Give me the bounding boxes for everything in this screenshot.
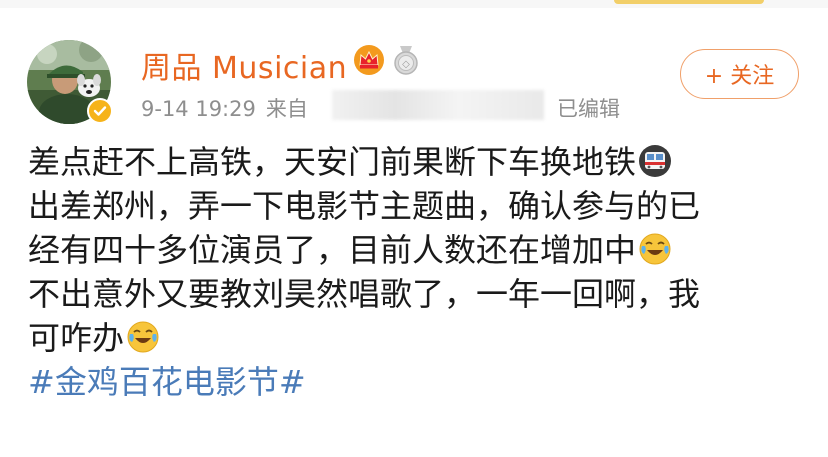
top-strip	[0, 0, 828, 8]
edited-label[interactable]: 已编辑	[557, 93, 620, 123]
author-name[interactable]: 周品 Musician	[141, 43, 347, 87]
post-text-line: 可咋办	[28, 316, 813, 360]
top-decoration	[614, 0, 764, 4]
medal-icon[interactable]: ◇	[392, 44, 420, 76]
laugh-cry-emoji	[639, 233, 671, 265]
post-text-line: 不出意外又要教刘昊然唱歌了，一年一回啊，我	[28, 272, 813, 316]
post-text: 可咋办	[28, 319, 125, 357]
verified-badge-icon	[87, 98, 113, 124]
post-text: 出差郑州，弄一下电影节主题曲，确认参与的已	[28, 187, 701, 225]
redacted-source	[332, 90, 544, 120]
post-text-line: 差点赶不上高铁，天安门前果断下车换地铁	[28, 140, 813, 184]
post-text: 经有四十多位演员了，目前人数还在增加中	[28, 231, 637, 269]
post-body: 差点赶不上高铁，天安门前果断下车换地铁 出差郑州，弄一下电影节主题曲，确认参与的…	[28, 140, 813, 404]
laugh-cry-emoji	[127, 321, 159, 353]
post-text-line: 出差郑州，弄一下电影节主题曲，确认参与的已	[28, 184, 813, 228]
post-text: 差点赶不上高铁，天安门前果断下车换地铁	[28, 143, 637, 181]
svg-text:◇: ◇	[402, 59, 410, 70]
crown-icon[interactable]	[353, 44, 385, 76]
post-timestamp: 9-14 19:29	[141, 97, 256, 121]
post-text: 不出意外又要教刘昊然唱歌了，一年一回啊，我	[28, 275, 701, 313]
follow-button[interactable]: + 关注	[680, 49, 799, 99]
subway-train-emoji	[639, 145, 672, 177]
post-text-line: 经有四十多位演员了，目前人数还在增加中	[28, 228, 813, 272]
post-source-prefix: 来自	[265, 97, 308, 121]
post-meta: 9-14 19:29 来自	[141, 93, 308, 123]
hashtag-link[interactable]: #金鸡百花电影节#	[28, 360, 813, 404]
